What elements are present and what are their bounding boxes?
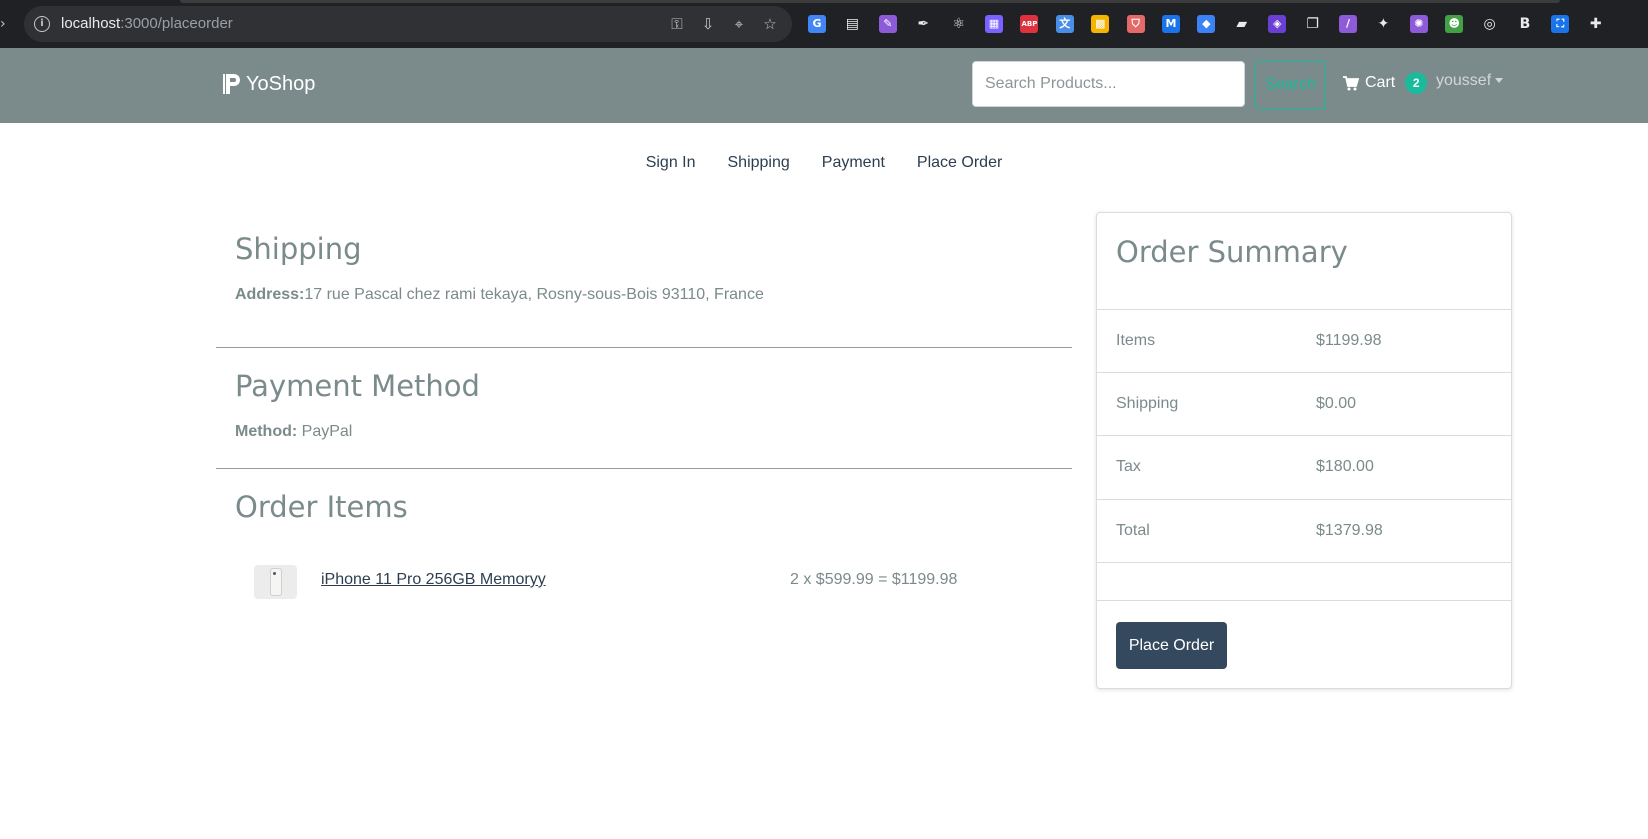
summary-row-shipping: Shipping $0.00: [1097, 372, 1511, 435]
summary-empty-row: [1097, 562, 1511, 601]
site-info-icon[interactable]: i: [34, 16, 50, 32]
summary-value: $0.00: [1316, 395, 1357, 412]
phone-image: [270, 568, 282, 596]
list-item: iPhone 11 Pro 256GB Memoryy 2 x $599.99 …: [254, 565, 974, 599]
summary-value: $180.00: [1316, 458, 1374, 475]
gear-extension-icon[interactable]: ✺: [1409, 15, 1428, 33]
target-extension-icon[interactable]: ◎: [1481, 15, 1499, 33]
product-thumbnail: [254, 565, 297, 599]
screens-extension-icon[interactable]: ❐: [1304, 15, 1322, 33]
app-navbar: YoShop Search Cart 2 youssef: [0, 48, 1648, 123]
address-label: Address:: [235, 286, 305, 303]
method-label: Method:: [235, 423, 298, 440]
summary-label: Shipping: [1116, 395, 1179, 412]
order-items-section: Order Items: [216, 490, 1072, 524]
b-extension-icon[interactable]: B: [1516, 15, 1534, 33]
user-dropdown[interactable]: youssef: [1436, 72, 1504, 90]
product-link[interactable]: iPhone 11 Pro 256GB Memoryy: [321, 571, 546, 589]
install-app-icon[interactable]: ⇩: [698, 14, 718, 34]
tab-strip-edge: [180, 0, 1560, 3]
vite-extension-icon[interactable]: /: [1339, 15, 1357, 33]
m-extension-icon[interactable]: M: [1162, 15, 1180, 33]
step-place-order[interactable]: Place Order: [901, 150, 1018, 176]
brand-link[interactable]: YoShop: [222, 72, 315, 96]
url-text[interactable]: localhost:3000/placeorder: [61, 15, 233, 32]
section-divider: [216, 347, 1072, 348]
summary-label: Total: [1116, 522, 1150, 539]
translate-icon[interactable]: G: [808, 15, 826, 33]
step-shipping[interactable]: Shipping: [712, 150, 806, 176]
order-summary-card: Order Summary Items $1199.98 Shipping $0…: [1096, 212, 1512, 689]
url-path: :3000/placeorder: [120, 15, 233, 32]
shipping-section: Shipping Address:17 rue Pascal chez rami…: [216, 232, 1072, 304]
brand-logo-icon: [223, 74, 240, 94]
summary-label: Items: [1116, 332, 1156, 349]
cart-count-badge: 2: [1405, 72, 1428, 94]
url-host: localhost: [61, 15, 121, 32]
frog-extension-icon[interactable]: ☻: [1445, 15, 1464, 33]
user-name: youssef: [1436, 72, 1492, 89]
summary-row-tax: Tax $180.00: [1097, 435, 1511, 498]
gnu-extension-icon[interactable]: ✦: [1374, 15, 1392, 33]
feather-extension-icon[interactable]: ✎: [878, 15, 897, 33]
eyedropper-extension-icon[interactable]: ✒: [914, 15, 932, 33]
eraser-extension-icon[interactable]: ▰: [1233, 15, 1251, 33]
shield-extension-icon[interactable]: ⛉: [1126, 15, 1145, 33]
payment-heading: Payment Method: [235, 369, 480, 403]
caret-down-icon: [1495, 78, 1504, 84]
shipping-heading: Shipping: [235, 232, 362, 266]
payment-section: Payment Method Method: PayPal: [216, 369, 1072, 441]
order-items-heading: Order Items: [235, 490, 408, 524]
summary-heading: Order Summary: [1116, 235, 1348, 269]
calendar-extension-icon[interactable]: ▤: [843, 15, 861, 33]
search-input[interactable]: [972, 61, 1245, 107]
summary-value: $1199.98: [1316, 332, 1382, 349]
brand-name: YoShop: [246, 72, 316, 95]
shipping-address: Address:17 rue Pascal chez rami tekaya, …: [235, 286, 1072, 304]
puzzle-extensions-icon[interactable]: ✚: [1587, 15, 1605, 33]
back-arrow-icon[interactable]: ›: [0, 16, 10, 32]
location-pin-icon[interactable]: ⌖: [729, 14, 749, 34]
summary-row-items: Items $1199.98: [1097, 309, 1511, 372]
translator-extension-icon[interactable]: 文: [1055, 15, 1074, 33]
step-payment[interactable]: Payment: [806, 150, 901, 176]
react-devtools-icon[interactable]: ⚛: [950, 15, 968, 33]
password-key-icon[interactable]: ⚿: [667, 14, 687, 34]
diamond-extension-icon[interactable]: ◈: [1268, 15, 1287, 33]
method-value: PayPal: [301, 423, 353, 440]
cart-label: Cart: [1365, 74, 1396, 91]
bookmark-star-icon[interactable]: ☆: [760, 14, 780, 34]
address-value: 17 rue Pascal chez rami tekaya, Rosny-so…: [304, 286, 764, 303]
section-divider: [216, 468, 1072, 469]
summary-row-total: Total $1379.98: [1097, 499, 1511, 562]
search-button[interactable]: Search: [1255, 61, 1326, 109]
adblock-plus-icon[interactable]: ABP: [1020, 15, 1039, 33]
step-sign-in[interactable]: Sign In: [630, 150, 712, 176]
summary-label: Tax: [1116, 458, 1141, 475]
gradient-extension-icon[interactable]: ▦: [985, 15, 1003, 33]
tiles-extension-icon[interactable]: ▩: [1091, 15, 1110, 33]
camera-dot: [273, 572, 276, 575]
tag-extension-icon[interactable]: ◆: [1197, 15, 1216, 33]
address-bar[interactable]: i localhost:3000/placeorder ⚿ ⇩ ⌖ ☆: [24, 6, 792, 42]
summary-value: $1379.98: [1316, 522, 1383, 539]
item-price-line: 2 x $599.99 = $1199.98: [790, 571, 958, 588]
screenshot-extension-icon[interactable]: ⛶: [1551, 15, 1570, 33]
cart-link[interactable]: Cart 2: [1343, 72, 1428, 94]
checkout-steps: Sign In Shipping Payment Place Order: [0, 150, 1648, 176]
shopping-cart-icon: [1343, 75, 1359, 90]
place-order-button[interactable]: Place Order: [1116, 622, 1227, 669]
browser-toolbar: › i localhost:3000/placeorder ⚿ ⇩ ⌖ ☆ G ▤…: [0, 0, 1648, 48]
payment-method: Method: PayPal: [235, 423, 1072, 441]
